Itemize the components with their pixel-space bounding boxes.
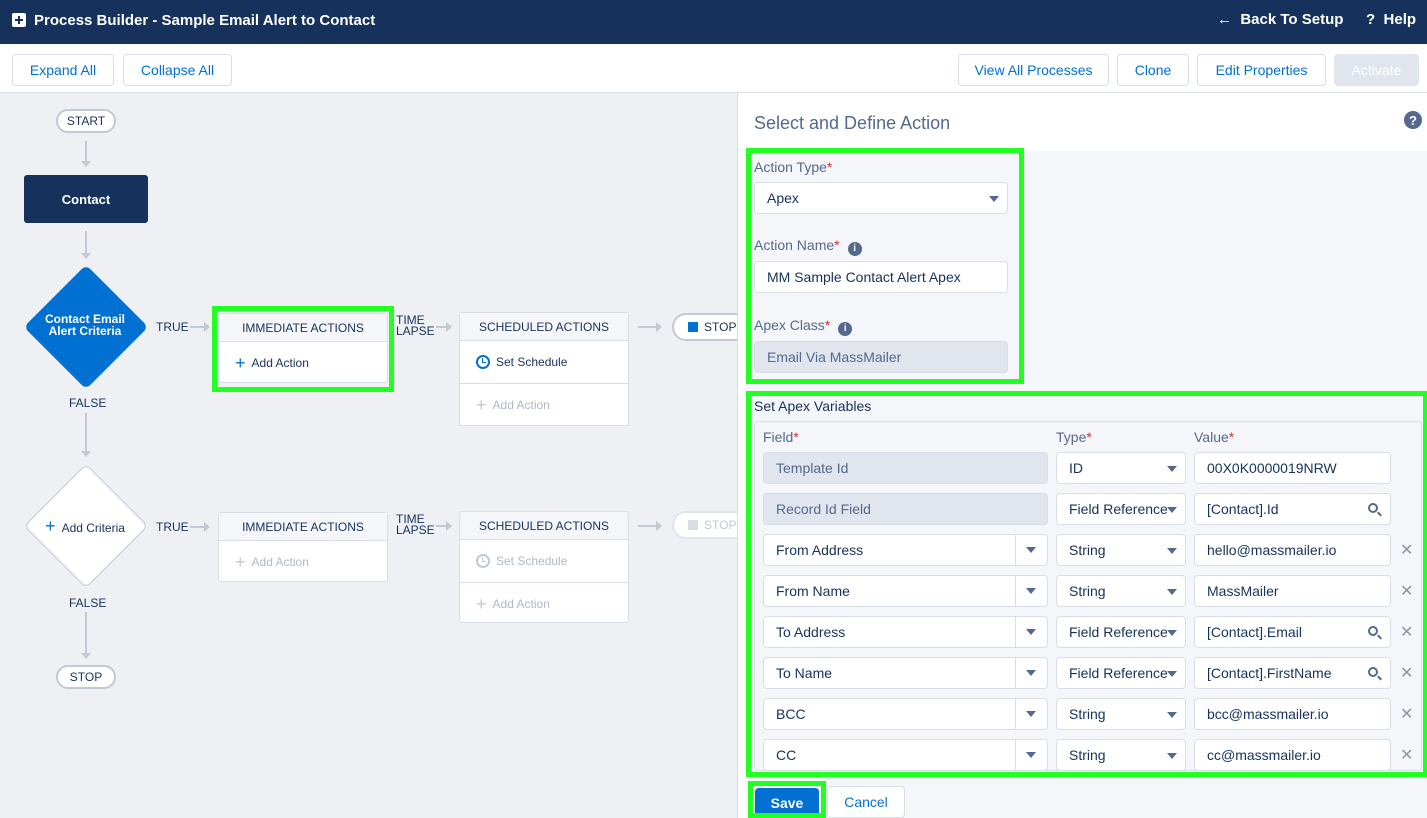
scheduled-actions-box: SCHEDULED ACTIONS Set Schedule + Add Acti… (459, 312, 629, 426)
scheduled-actions-box: SCHEDULED ACTIONS Set Schedule + Add Acti… (459, 511, 629, 623)
process-canvas: START Contact Contact Email Alert Criter… (0, 93, 737, 818)
panel-title: Select and Define Action (754, 113, 951, 133)
clone-button[interactable]: Clone (1117, 54, 1189, 86)
connector (81, 612, 91, 659)
time-lapse-label: TIME LAPSE (396, 313, 435, 338)
false-label: FALSE (69, 596, 107, 610)
clock-icon (476, 355, 490, 369)
help-icon[interactable]: ? (1404, 111, 1422, 129)
criteria-name: Contact Email Alert Criteria (44, 312, 125, 338)
add-action-label: Add Action (492, 596, 550, 611)
connector (81, 231, 91, 259)
back-to-setup-label: Back To Setup (1240, 11, 1344, 28)
connector (638, 322, 662, 332)
process-builder-logo-icon (12, 13, 26, 27)
connector (436, 521, 452, 531)
connector (81, 413, 91, 457)
view-all-processes-button[interactable]: View All Processes (958, 54, 1109, 86)
plus-icon: + (476, 593, 487, 614)
true-label: TRUE (156, 520, 189, 534)
add-criteria-label: + Add Criteria (45, 516, 125, 536)
back-to-setup-link[interactable]: ← Back To Setup (1217, 11, 1343, 28)
immediate-actions-header: IMMEDIATE ACTIONS (219, 513, 387, 541)
highlight-frame (748, 781, 826, 818)
scheduled-actions-header: SCHEDULED ACTIONS (460, 313, 628, 341)
add-action-label: Add Action (492, 397, 550, 412)
highlight-frame (746, 391, 1427, 777)
add-action-row: + Add Action (219, 541, 387, 583)
help-label: Help (1383, 11, 1417, 28)
page-title: Process Builder - Sample Email Alert to … (34, 12, 376, 29)
cancel-button[interactable]: Cancel (827, 786, 905, 818)
expand-all-button[interactable]: Expand All (12, 54, 114, 86)
stop-label: STOP (704, 518, 737, 532)
arrow-left-icon: ← (1217, 11, 1232, 28)
highlight-frame (212, 306, 394, 392)
stop-square-icon (688, 520, 698, 530)
plus-icon: + (45, 516, 56, 536)
stop-node: STOP (56, 665, 116, 689)
plus-icon: + (235, 552, 246, 572)
help-link[interactable]: ? Help (1366, 11, 1416, 28)
question-icon: ? (1366, 11, 1376, 28)
connector (190, 322, 210, 332)
connector (81, 141, 91, 167)
add-action-row[interactable]: + Add Action (460, 383, 628, 425)
set-schedule-row: Set Schedule (460, 540, 628, 582)
stop-square-icon (688, 322, 698, 332)
edit-properties-button[interactable]: Edit Properties (1197, 54, 1326, 86)
object-node[interactable]: Contact (24, 175, 148, 223)
connector (638, 521, 662, 531)
set-schedule-label: Set Schedule (496, 554, 568, 568)
false-label: FALSE (69, 396, 107, 410)
scheduled-actions-header: SCHEDULED ACTIONS (460, 512, 628, 540)
true-label: TRUE (156, 320, 189, 334)
clock-icon (476, 554, 490, 568)
app-header: Process Builder - Sample Email Alert to … (0, 0, 1427, 44)
action-panel: Select and Define Action ? Action Type* … (737, 93, 1427, 818)
start-node: START (56, 109, 116, 133)
set-schedule-label: Set Schedule (496, 355, 568, 369)
toolbar: Expand All Collapse All View All Process… (0, 44, 1427, 93)
time-lapse-label: TIME LAPSE (396, 512, 435, 537)
connector (436, 322, 452, 332)
collapse-all-button[interactable]: Collapse All (123, 54, 232, 86)
immediate-actions-box: IMMEDIATE ACTIONS + Add Action (218, 512, 388, 582)
stop-label: STOP (704, 320, 737, 334)
stop-node: STOP (672, 511, 737, 539)
activate-button[interactable]: Activate (1334, 54, 1419, 86)
add-action-label: Add Action (251, 555, 309, 569)
set-schedule-row[interactable]: Set Schedule (460, 341, 628, 383)
plus-icon: + (476, 394, 487, 415)
connector (190, 522, 210, 532)
highlight-frame (746, 148, 1024, 384)
add-action-row: + Add Action (460, 582, 628, 624)
stop-node: STOP (672, 313, 737, 341)
